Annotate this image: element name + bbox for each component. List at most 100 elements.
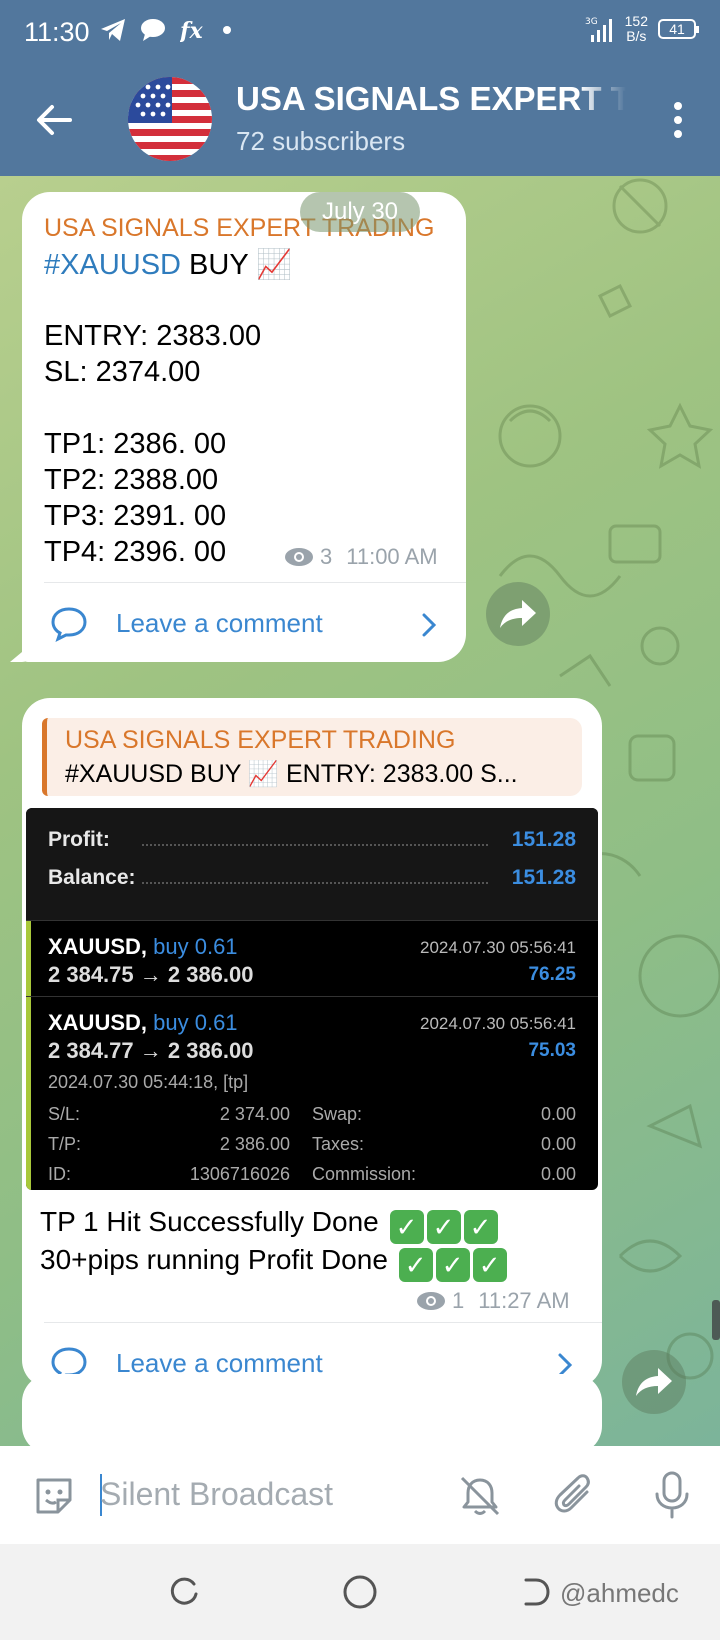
forward-button[interactable] bbox=[486, 582, 550, 646]
status-notification-icons: fx bbox=[100, 18, 232, 42]
tp3-line: TP3: 2391. 00 bbox=[44, 500, 227, 532]
commission-label: Commission: bbox=[312, 1164, 417, 1184]
message-bubble[interactable]: USA SIGNALS EXPERT TRADING #XAUUSD BUY 📈… bbox=[10, 192, 466, 664]
reply-quote[interactable]: USA SIGNALS EXPERT TRADING #XAUUSD BUY 📈… bbox=[42, 718, 582, 796]
position-symbol: XAUUSD, buy 0.61 bbox=[48, 934, 238, 959]
more-options-icon[interactable] bbox=[672, 100, 684, 140]
view-count: 1 bbox=[452, 1288, 465, 1313]
position-timestamp: 2024.07.30 05:56:41 bbox=[420, 938, 576, 957]
chat-bubble-icon bbox=[141, 19, 165, 41]
id-label: ID: bbox=[48, 1164, 72, 1184]
sticker-icon[interactable] bbox=[32, 1474, 76, 1518]
chat-area[interactable]: USA SIGNALS EXPERT TRADING #XAUUSD BUY 📈… bbox=[0, 176, 720, 1446]
check-emoji-icon: ✓ bbox=[426, 1210, 461, 1244]
view-count: 3 bbox=[320, 544, 333, 569]
comment-label: Leave a comment bbox=[116, 608, 323, 638]
position-symbol: XAUUSD, buy 0.61 bbox=[48, 1010, 238, 1035]
trade-screenshot[interactable]: Profit: 151.28 Balance: 151.28 XAUUSD, b… bbox=[26, 808, 598, 1190]
tp-value: 2 386.00 bbox=[219, 1134, 290, 1154]
position-indicator-bar bbox=[26, 920, 31, 1190]
bell-off-icon[interactable] bbox=[458, 1474, 502, 1518]
system-nav-bar: @ahmedc bbox=[0, 1544, 720, 1640]
balance-label: Balance: bbox=[48, 866, 136, 889]
channel-avatar[interactable] bbox=[128, 77, 212, 161]
swap-label: Swap: bbox=[312, 1104, 363, 1124]
id-value: 1306716026 bbox=[189, 1164, 290, 1184]
home-icon[interactable] bbox=[342, 1574, 378, 1610]
microphone-icon[interactable] bbox=[652, 1470, 692, 1520]
profit-label: Profit: bbox=[48, 828, 110, 851]
forward-button[interactable] bbox=[622, 1350, 686, 1414]
position-prices: 2 384.75 → 2 386.00 bbox=[48, 962, 254, 987]
message-time: 11:00 AM bbox=[346, 544, 438, 569]
message-composer: Silent Broadcast bbox=[0, 1446, 720, 1544]
position-profit: 76.25 bbox=[528, 964, 576, 985]
eye-icon bbox=[417, 1292, 445, 1310]
divider bbox=[44, 1322, 602, 1323]
sl-line: SL: 2374.00 bbox=[44, 356, 201, 388]
profit-value: 151.28 bbox=[511, 828, 576, 851]
taxes-label: Taxes: bbox=[312, 1134, 365, 1154]
position-prices: 2 384.77 → 2 386.00 bbox=[48, 1038, 254, 1063]
taxes-value: 0.00 bbox=[540, 1134, 576, 1154]
sl-value: 2 374.00 bbox=[219, 1104, 290, 1124]
signal-heading: #XAUUSD BUY 📈 bbox=[44, 248, 292, 282]
check-emoji-icon: ✓ bbox=[398, 1248, 433, 1282]
share-arrow-icon bbox=[500, 600, 536, 628]
subscriber-count: 72 subscribers bbox=[236, 126, 406, 156]
message-input[interactable]: Silent Broadcast bbox=[100, 1476, 333, 1513]
tp2-line: TP2: 2388.00 bbox=[44, 464, 219, 496]
open-time: 2024.07.30 05:44:18, [tp] bbox=[48, 1072, 249, 1092]
account-summary: Profit: 151.28 Balance: 151.28 bbox=[26, 808, 598, 920]
check-emoji-icon: ✓ bbox=[435, 1248, 470, 1282]
dotted-leader bbox=[142, 882, 488, 884]
signal-icon: 3G bbox=[585, 17, 612, 42]
balance-value: 151.28 bbox=[511, 866, 576, 889]
svg-text:fx: fx bbox=[180, 18, 203, 42]
message-bubble-partial[interactable] bbox=[22, 1374, 602, 1446]
forex-app-icon: fx bbox=[180, 18, 203, 42]
network-speed: 152 B/s bbox=[624, 13, 648, 44]
commission-value: 0.00 bbox=[540, 1164, 576, 1184]
message-meta: 1 11:27 AM bbox=[416, 1288, 570, 1314]
telegram-icon bbox=[101, 19, 125, 41]
hashtag-link[interactable]: #XAUUSD bbox=[44, 249, 181, 281]
nav-back-icon[interactable] bbox=[522, 1576, 552, 1608]
entry-line: ENTRY: 2383.00 bbox=[44, 320, 262, 352]
message-text-line: TP 1 Hit Successfully Done ✓ ✓ ✓ bbox=[40, 1206, 498, 1244]
scrollbar-thumb[interactable] bbox=[712, 1300, 720, 1340]
network-type-label: 3G bbox=[585, 17, 598, 27]
status-bar: 11:30 fx 3G 152 B/s 41 bbox=[0, 0, 720, 66]
leave-comment-button[interactable]: Leave a comment bbox=[22, 584, 466, 664]
position-timestamp: 2024.07.30 05:56:41 bbox=[420, 1014, 576, 1033]
message-bubble[interactable]: USA SIGNALS EXPERT TRADING #XAUUSD BUY 📈… bbox=[22, 698, 602, 1388]
check-emoji-icon: ✓ bbox=[463, 1210, 498, 1244]
position-profit: 75.03 bbox=[528, 1040, 576, 1061]
attach-icon[interactable] bbox=[553, 1472, 597, 1520]
message-time: 11:27 AM bbox=[478, 1288, 570, 1313]
status-right: 3G 152 B/s 41 bbox=[585, 13, 699, 44]
dot-icon bbox=[223, 26, 231, 34]
reply-sender: USA SIGNALS EXPERT TRADING bbox=[65, 726, 456, 754]
chevron-right-icon bbox=[422, 613, 437, 637]
signal-action: BUY 📈 bbox=[181, 249, 293, 281]
recents-icon[interactable] bbox=[168, 1576, 200, 1608]
tp1-line: TP1: 2386. 00 bbox=[44, 428, 227, 460]
channel-title[interactable]: USA SIGNALS EXPERT TRADING bbox=[236, 80, 626, 118]
usa-flag-icon bbox=[128, 77, 212, 161]
swap-value: 0.00 bbox=[540, 1104, 576, 1124]
reply-text: #XAUUSD BUY 📈 ENTRY: 2383.00 S... bbox=[65, 760, 518, 788]
status-time: 11:30 bbox=[24, 17, 90, 47]
tp-label: T/P: bbox=[48, 1134, 82, 1154]
tp4-line: TP4: 2396. 00 bbox=[44, 536, 227, 568]
position-row bbox=[26, 920, 598, 921]
battery-icon: 41 bbox=[658, 19, 699, 39]
message-meta: 3 11:00 AM bbox=[284, 544, 438, 570]
position-row bbox=[26, 996, 598, 997]
watermark: @ahmedc bbox=[560, 1578, 679, 1608]
share-arrow-icon bbox=[636, 1368, 672, 1396]
back-arrow-icon[interactable] bbox=[34, 100, 74, 140]
date-chip: July 30 bbox=[300, 192, 420, 232]
divider bbox=[44, 582, 466, 583]
eye-icon bbox=[285, 548, 313, 566]
